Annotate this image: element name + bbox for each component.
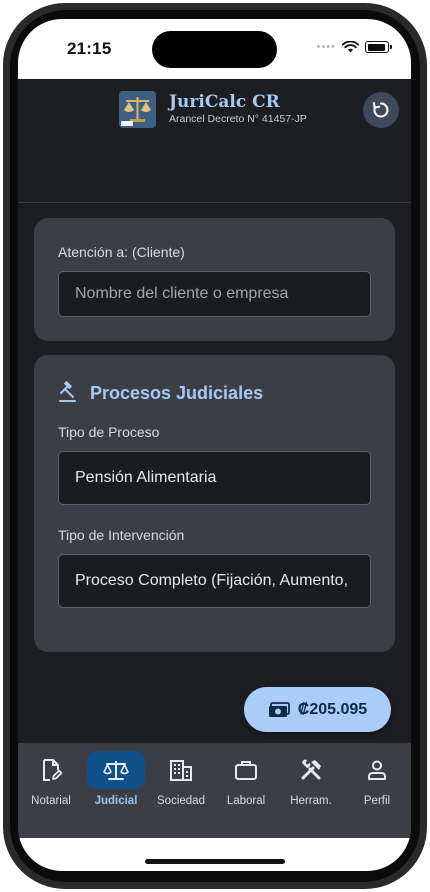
nav-label-laboral: Laboral	[226, 795, 266, 807]
bottom-navigation: Notarial Judicial Sociedad Laboral Herra…	[18, 743, 411, 838]
app-title: JuriCalc CR	[169, 92, 280, 112]
nav-label-judicial: Judicial	[94, 795, 138, 807]
client-label: Atención a: (Cliente)	[58, 244, 185, 260]
nav-label-herramientas: Herram.	[290, 795, 332, 807]
nav-label-sociedad: Sociedad	[157, 795, 205, 807]
nav-item-herramientas[interactable]: Herram.	[279, 743, 343, 813]
client-name-input[interactable]: Nombre del cliente o empresa	[58, 271, 371, 317]
status-time: 21:15	[67, 39, 112, 58]
section-title-judicial: Procesos Judiciales	[90, 383, 264, 403]
intervention-type-label: Tipo de Intervención	[58, 527, 185, 543]
nav-label-notarial: Notarial	[31, 795, 71, 807]
app-logo	[119, 91, 156, 128]
total-fee-button[interactable]: ₡205.095	[244, 687, 391, 732]
status-bar: 21:15 ••••	[18, 19, 411, 79]
total-amount: ₡205.095	[297, 700, 368, 718]
gavel-icon	[59, 381, 76, 402]
nav-item-judicial[interactable]: Judicial	[84, 743, 148, 813]
client-name-placeholder: Nombre del cliente o empresa	[75, 285, 289, 302]
dynamic-island	[152, 31, 277, 68]
signal-icon: ••••	[316, 41, 336, 53]
refresh-icon	[373, 102, 389, 118]
home-indicator-area	[18, 838, 411, 871]
app-subtitle: Arancel Decreto N° 41457-JP	[169, 113, 307, 125]
process-type-select[interactable]: Pensión Alimentaria	[58, 451, 371, 505]
home-indicator[interactable]	[145, 859, 285, 864]
cash-icon	[268, 701, 290, 717]
briefcase-icon	[217, 751, 275, 789]
notarial-document-icon	[22, 751, 80, 789]
intervention-type-select[interactable]: Proceso Completo (Fijación, Aumento,	[58, 554, 371, 608]
nav-item-notarial[interactable]: Notarial	[19, 743, 83, 813]
reset-button[interactable]	[363, 92, 399, 128]
nav-item-sociedad[interactable]: Sociedad	[149, 743, 213, 813]
battery-icon	[365, 41, 392, 53]
nav-label-perfil: Perfil	[363, 795, 391, 807]
person-icon	[348, 751, 406, 789]
tools-icon	[282, 751, 340, 789]
scales-icon	[87, 751, 145, 789]
app-screen: 21:15 •••• JuriCalc CR Arancel Decreto N…	[18, 19, 411, 871]
wifi-icon	[342, 41, 359, 53]
nav-item-laboral[interactable]: Laboral	[214, 743, 278, 813]
building-icon	[152, 751, 210, 789]
nav-item-perfil[interactable]: Perfil	[345, 743, 409, 813]
process-type-label: Tipo de Proceso	[58, 424, 160, 440]
status-icons: ••••	[316, 41, 392, 53]
